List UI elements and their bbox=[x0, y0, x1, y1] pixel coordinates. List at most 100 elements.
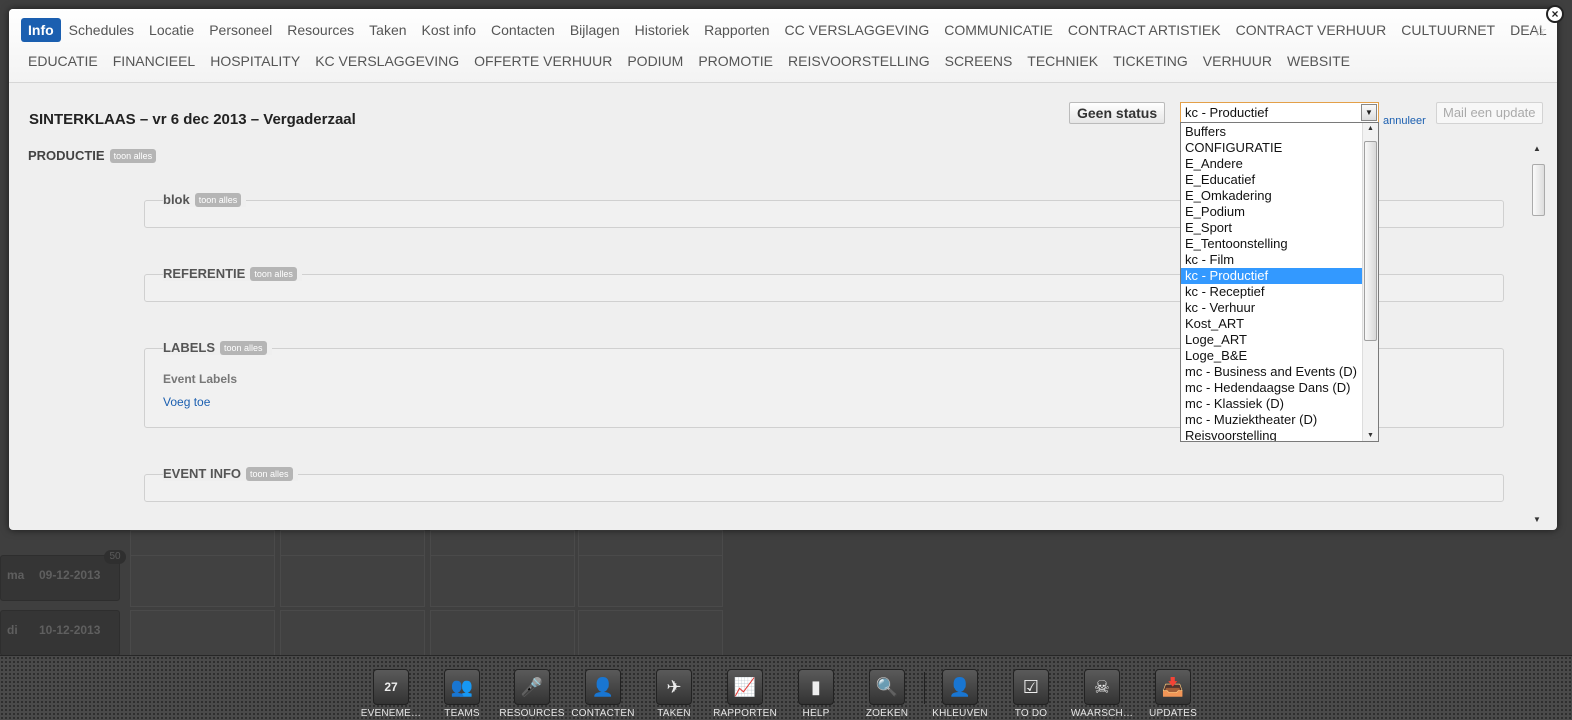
scroll-up-icon[interactable]: ▲ bbox=[1533, 144, 1541, 153]
chevron-down-icon[interactable]: ▼ bbox=[1361, 104, 1377, 121]
show-all-button[interactable]: toon alles bbox=[250, 266, 297, 281]
calendar-day-row[interactable]: di 10-12-2013 bbox=[0, 610, 120, 656]
tab-contacten[interactable]: Contacten bbox=[484, 18, 562, 42]
calendar-cell bbox=[280, 555, 425, 607]
dropdown-option[interactable]: E_Podium bbox=[1181, 204, 1363, 220]
dock-item-resources[interactable]: 🎤 RESOURCES bbox=[497, 669, 567, 719]
show-all-button[interactable]: toon alles bbox=[109, 148, 157, 163]
tab-resources[interactable]: Resources bbox=[280, 18, 361, 42]
fieldset-legend: LABELS toon alles bbox=[163, 340, 272, 355]
close-icon[interactable]: × bbox=[1546, 5, 1564, 23]
dock-item-to-do[interactable]: ☑ TO DO bbox=[996, 669, 1066, 719]
section-productie: PRODUCTIE toon alles bbox=[28, 148, 157, 163]
tab-offerte-verhuur[interactable]: OFFERTE VERHUUR bbox=[467, 49, 619, 73]
tab-contract-artistiek[interactable]: CONTRACT ARTISTIEK bbox=[1061, 18, 1228, 42]
tab-promotie[interactable]: PROMOTIE bbox=[691, 49, 780, 73]
show-all-button[interactable]: toon alles bbox=[220, 340, 267, 355]
tab-website[interactable]: WEBSITE bbox=[1280, 49, 1357, 73]
tab-ticketing[interactable]: TICKETING bbox=[1106, 49, 1195, 73]
dropdown-option[interactable]: E_Tentoonstelling bbox=[1181, 236, 1363, 252]
cancel-link[interactable]: annuleer bbox=[1383, 115, 1426, 127]
tab-taken[interactable]: Taken bbox=[362, 18, 413, 42]
tab-schedules[interactable]: Schedules bbox=[62, 18, 141, 42]
tab-communicatie[interactable]: COMMUNICATIE bbox=[937, 18, 1060, 42]
page-title: SINTERKLAAS – vr 6 dec 2013 – Vergaderza… bbox=[29, 111, 356, 128]
dropdown-option[interactable]: mc - Klassiek (D) bbox=[1181, 396, 1363, 412]
show-all-button[interactable]: toon alles bbox=[246, 466, 293, 481]
tab-podium[interactable]: PODIUM bbox=[620, 49, 690, 73]
dock-item-waarsch[interactable]: ☠ WAARSCH… bbox=[1067, 669, 1137, 719]
dropdown-option[interactable]: kc - Receptief bbox=[1181, 284, 1363, 300]
dock-item-khleuven[interactable]: 👤 KHLEUVEN bbox=[925, 669, 995, 719]
dropdown-option[interactable]: Reisvoorstelling bbox=[1181, 428, 1363, 441]
tab-kc-verslaggeving[interactable]: KC VERSLAGGEVING bbox=[308, 49, 466, 73]
tab-bijlagen[interactable]: Bijlagen bbox=[563, 18, 627, 42]
dropdown-option[interactable]: kc - Verhuur bbox=[1181, 300, 1363, 316]
dropdown-option[interactable]: Loge_B&E bbox=[1181, 348, 1363, 364]
content-scrollbar[interactable]: ▲ ▼ bbox=[1530, 144, 1546, 524]
dock-label: WAARSCH… bbox=[1070, 708, 1134, 719]
dropdown-option[interactable]: kc - Productief bbox=[1181, 268, 1363, 284]
dock-item-updates[interactable]: 📥 UPDATES bbox=[1138, 669, 1208, 719]
tab-locatie[interactable]: Locatie bbox=[142, 18, 201, 42]
dock-item-rapporten[interactable]: 📈 RAPPORTEN bbox=[710, 669, 780, 719]
dock-item-teams[interactable]: 👥 TEAMS bbox=[427, 669, 497, 719]
scrollbar-thumb[interactable] bbox=[1364, 141, 1377, 341]
scroll-down-icon[interactable]: ▼ bbox=[1367, 432, 1374, 439]
dropdown-option[interactable]: Buffers bbox=[1181, 124, 1363, 140]
dropdown-option[interactable]: E_Sport bbox=[1181, 220, 1363, 236]
tab-cc-verslaggeving[interactable]: CC VERSLAGGEVING bbox=[778, 18, 937, 42]
dock-label: KHLEUVEN bbox=[932, 708, 988, 719]
tab-techniek[interactable]: TECHNIEK bbox=[1020, 49, 1105, 73]
dock-label: CONTACTEN bbox=[571, 708, 635, 719]
dropdown-option[interactable]: CONFIGURATIE bbox=[1181, 140, 1363, 156]
mail-update-button[interactable]: Mail een update bbox=[1436, 102, 1543, 124]
calendar-day-row[interactable]: ma 09-12-2013 bbox=[0, 555, 120, 601]
dock-item-help[interactable]: ▮ HELP bbox=[781, 669, 851, 719]
dropdown-option[interactable]: mc - Muziektheater (D) bbox=[1181, 412, 1363, 428]
tab-educatie[interactable]: EDUCATIE bbox=[21, 49, 105, 73]
dropdown-option[interactable]: E_Educatief bbox=[1181, 172, 1363, 188]
tab-cultuurnet[interactable]: CULTUURNET bbox=[1394, 18, 1502, 42]
star-icon[interactable]: ☆ bbox=[1533, 21, 1547, 41]
tab-rapporten[interactable]: Rapporten bbox=[697, 18, 776, 42]
dock-label: UPDATES bbox=[1149, 708, 1197, 719]
scrollbar-thumb[interactable] bbox=[1532, 164, 1545, 216]
tab-info[interactable]: Info bbox=[21, 18, 61, 42]
fieldset-legend: blok toon alles bbox=[163, 192, 247, 207]
tab-contract-verhuur[interactable]: CONTRACT VERHUUR bbox=[1229, 18, 1394, 42]
add-label-link[interactable]: Voeg toe bbox=[163, 395, 210, 409]
status-select[interactable]: kc - Productief ▼ bbox=[1180, 102, 1379, 123]
dropdown-scrollbar[interactable]: ▲ ▼ bbox=[1362, 123, 1378, 441]
calendar-icon: 27 bbox=[373, 669, 409, 705]
dropdown-option[interactable]: mc - Business and Events (D) bbox=[1181, 364, 1363, 380]
tab-historiek[interactable]: Historiek bbox=[628, 18, 696, 42]
dock-item-eveneme[interactable]: 27 EVENEME… bbox=[356, 669, 426, 719]
dropdown-option[interactable]: Kost_ART bbox=[1181, 316, 1363, 332]
bookmark-icon: ▮ bbox=[798, 669, 834, 705]
inbox-download-icon: 📥 bbox=[1155, 669, 1191, 705]
dock-item-taken[interactable]: ✈ TAKEN bbox=[639, 669, 709, 719]
dropdown-option[interactable]: E_Omkadering bbox=[1181, 188, 1363, 204]
status-button[interactable]: Geen status bbox=[1069, 102, 1166, 124]
tab-verhuur[interactable]: VERHUUR bbox=[1196, 49, 1279, 73]
show-all-button[interactable]: toon alles bbox=[194, 192, 242, 207]
tab-financieel[interactable]: FINANCIEEL bbox=[106, 49, 202, 73]
scroll-up-icon[interactable]: ▲ bbox=[1367, 125, 1374, 132]
count-badge: 50 bbox=[104, 550, 126, 564]
dropdown-option[interactable]: E_Andere bbox=[1181, 156, 1363, 172]
status-dropdown-list[interactable]: Buffers CONFIGURATIE E_Andere E_Educatief E_… bbox=[1180, 122, 1379, 442]
legend-title: blok bbox=[163, 192, 190, 207]
dropdown-option[interactable]: Loge_ART bbox=[1181, 332, 1363, 348]
tab-personeel[interactable]: Personeel bbox=[202, 18, 279, 42]
dropdown-option[interactable]: mc - Hedendaagse Dans (D) bbox=[1181, 380, 1363, 396]
tab-hospitality[interactable]: HOSPITALITY bbox=[203, 49, 307, 73]
tab-kost-info[interactable]: Kost info bbox=[415, 18, 483, 42]
scroll-down-icon[interactable]: ▼ bbox=[1533, 515, 1541, 524]
tab-reisvoorstelling[interactable]: REISVOORSTELLING bbox=[781, 49, 937, 73]
tab-screens[interactable]: SCREENS bbox=[938, 49, 1020, 73]
dock-item-zoeken[interactable]: 🔍 ZOEKEN bbox=[852, 669, 922, 719]
dropdown-option[interactable]: kc - Film bbox=[1181, 252, 1363, 268]
dock-item-contacten[interactable]: 👤 CONTACTEN bbox=[568, 669, 638, 719]
day-name: di bbox=[7, 623, 18, 637]
